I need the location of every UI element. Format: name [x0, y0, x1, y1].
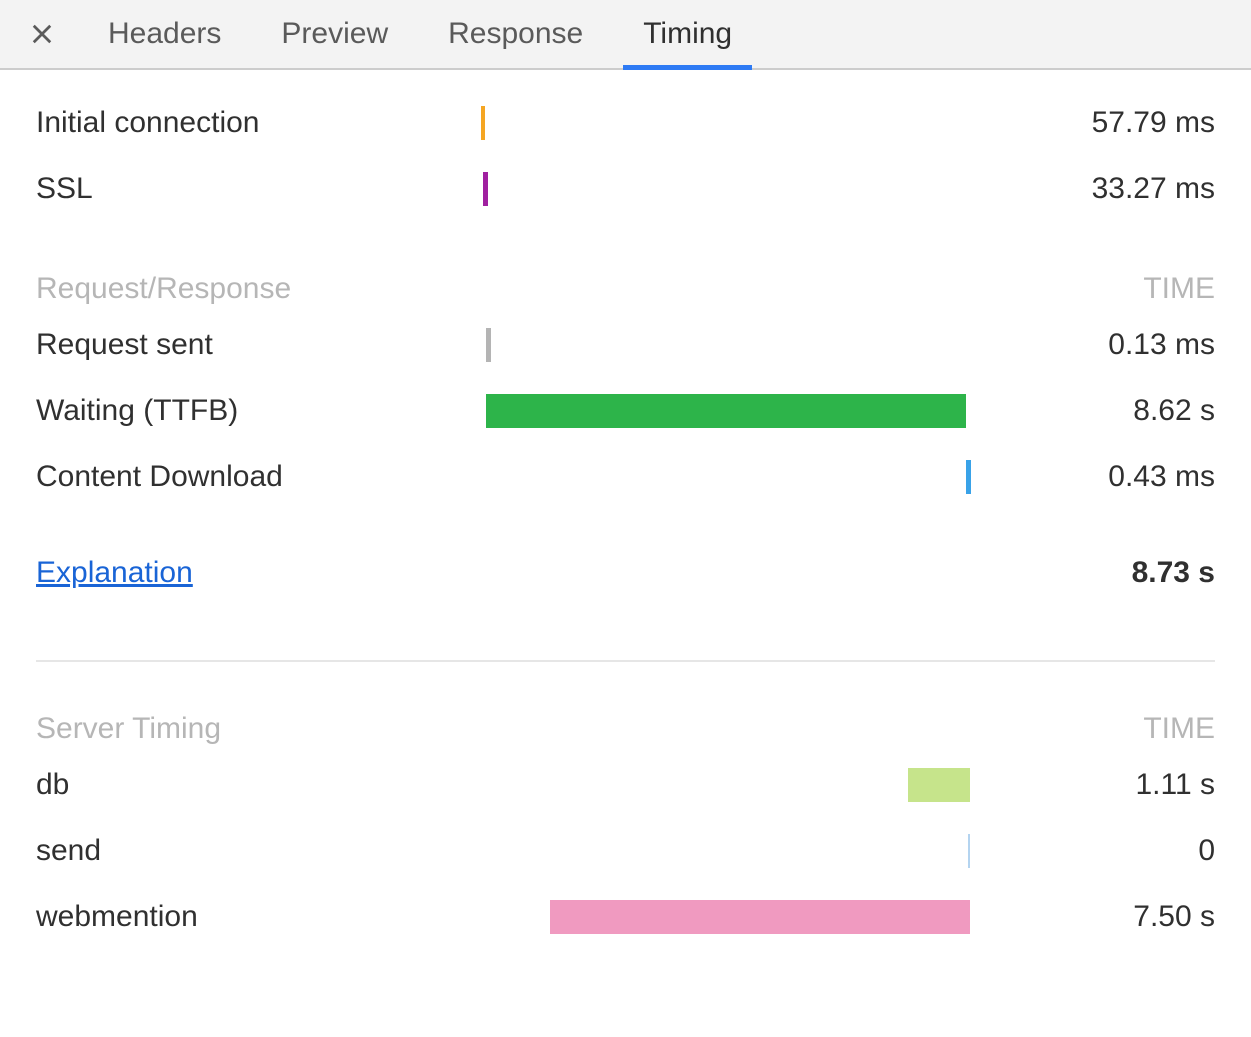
timing-bar-area: [481, 106, 971, 140]
timing-row-label: db: [36, 768, 481, 802]
timing-row-label: Initial connection: [36, 106, 481, 140]
timing-row-label: Waiting (TTFB): [36, 394, 481, 428]
timing-row-label: send: [36, 834, 481, 868]
timing-row: Content Download 0.43 ms: [36, 444, 1215, 510]
section-header-reqresp: Request/Response TIME: [36, 272, 1215, 306]
timing-row-label: Request sent: [36, 328, 481, 362]
timing-bar-area: [481, 834, 971, 868]
timing-row-value: 0.43 ms: [971, 460, 1215, 494]
timing-row: webmention 7.50 s: [36, 884, 1215, 950]
tab-headers[interactable]: Headers: [78, 0, 251, 68]
timing-row: Waiting (TTFB) 8.62 s: [36, 378, 1215, 444]
time-column-label: TIME: [971, 272, 1215, 306]
timing-row-label: webmention: [36, 900, 481, 934]
timing-bar: [486, 394, 966, 428]
timing-row: db 1.11 s: [36, 752, 1215, 818]
tab-timing[interactable]: Timing: [613, 0, 762, 68]
total-time: 8.73 s: [193, 556, 1215, 590]
timing-row-value: 8.62 s: [971, 394, 1215, 428]
section-title: Server Timing: [36, 712, 971, 746]
tab-response[interactable]: Response: [418, 0, 613, 68]
close-button[interactable]: [18, 10, 66, 58]
timing-row-value: 33.27 ms: [971, 172, 1215, 206]
timing-row-value: 1.11 s: [971, 768, 1215, 802]
section-title: Request/Response: [36, 272, 971, 306]
timing-row-label: SSL: [36, 172, 481, 206]
timing-bar-area: [481, 460, 971, 494]
tabs: Headers Preview Response Timing: [78, 0, 762, 68]
timing-row-value: 0.13 ms: [971, 328, 1215, 362]
timing-panel: Initial connection 57.79 ms SSL 33.27 ms Re…: [0, 70, 1251, 990]
explanation-link[interactable]: Explanation: [36, 556, 193, 590]
timing-bar-area: [481, 900, 971, 934]
tab-bar: Headers Preview Response Timing: [0, 0, 1251, 70]
timing-bar: [483, 172, 488, 206]
timing-bar-area: [481, 394, 971, 428]
timing-bar: [550, 900, 970, 934]
tab-preview[interactable]: Preview: [251, 0, 418, 68]
timing-bar-area: [481, 172, 971, 206]
timing-bar-area: [481, 768, 971, 802]
section-divider: [36, 660, 1215, 662]
timing-bar: [968, 834, 970, 868]
timing-row-value: 0: [971, 834, 1215, 868]
timing-row: SSL 33.27 ms: [36, 156, 1215, 222]
timing-row-value: 57.79 ms: [971, 106, 1215, 140]
timing-row: Initial connection 57.79 ms: [36, 90, 1215, 156]
timing-row-value: 7.50 s: [971, 900, 1215, 934]
timing-bar: [486, 328, 491, 362]
timing-bar: [966, 460, 971, 494]
timing-row: send 0: [36, 818, 1215, 884]
timing-row-label: Content Download: [36, 460, 481, 494]
timing-bar: [908, 768, 970, 802]
time-column-label: TIME: [971, 712, 1215, 746]
explanation-row: Explanation 8.73 s: [36, 556, 1215, 590]
close-icon: [31, 23, 53, 45]
timing-row: Request sent 0.13 ms: [36, 312, 1215, 378]
timing-bar-area: [481, 328, 971, 362]
timing-bar: [481, 106, 485, 140]
section-header-server-timing: Server Timing TIME: [36, 712, 1215, 746]
